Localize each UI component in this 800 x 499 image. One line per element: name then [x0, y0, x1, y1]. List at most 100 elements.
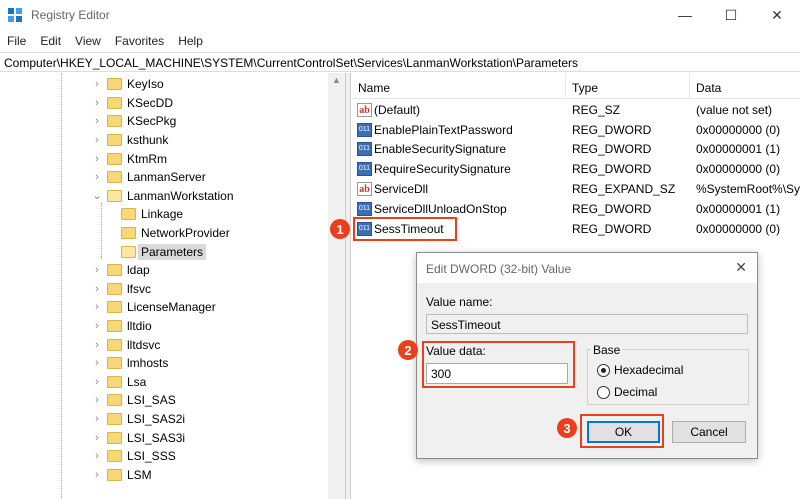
- menu-view[interactable]: View: [68, 31, 108, 51]
- radio-decimal-label: Decimal: [614, 385, 658, 399]
- tree-item[interactable]: NetworkProvider: [108, 224, 230, 243]
- list-row[interactable]: 011 EnablePlainTextPassword REG_DWORD 0x000…: [352, 120, 800, 140]
- list-row[interactable]: ab (Default) REG_SZ (value not set): [352, 100, 800, 120]
- folder-icon: [107, 171, 122, 184]
- folder-icon: [107, 134, 122, 147]
- dword-value-icon: 011: [357, 122, 372, 137]
- chevron-right-icon[interactable]: ›: [90, 394, 104, 406]
- radio-hexadecimal[interactable]: Hexadecimal: [597, 363, 683, 377]
- tree-item[interactable]: Linkage: [108, 205, 183, 224]
- chevron-right-icon[interactable]: ›: [90, 78, 104, 90]
- tree-item[interactable]: › KSecDD: [90, 94, 173, 113]
- chevron-right-icon[interactable]: ›: [90, 432, 104, 444]
- tree-scrollbar[interactable]: ▲: [328, 73, 345, 499]
- chevron-right-icon[interactable]: ›: [90, 320, 104, 332]
- value-data-cell: (value not set): [696, 102, 773, 117]
- list-row[interactable]: ab ServiceDll REG_EXPAND_SZ %SystemRoot%\Sy: [352, 179, 800, 199]
- chevron-right-icon[interactable]: ›: [90, 339, 104, 351]
- window-title: Registry Editor: [31, 8, 110, 22]
- chevron-right-icon[interactable]: ›: [90, 469, 104, 481]
- chevron-right-icon[interactable]: ›: [90, 301, 104, 313]
- tree-item[interactable]: › LanmanServer: [90, 168, 206, 187]
- chevron-right-icon[interactable]: ›: [90, 283, 104, 295]
- tree-item[interactable]: ⌄ LanmanWorkstation: [90, 187, 233, 206]
- tree-guide-line-children: [101, 203, 102, 259]
- address-bar[interactable]: Computer\HKEY_LOCAL_MACHINE\SYSTEM\Curre…: [0, 52, 800, 72]
- chevron-right-icon[interactable]: ›: [90, 376, 104, 388]
- menu-edit[interactable]: Edit: [33, 31, 68, 51]
- scroll-up-icon[interactable]: ▲: [332, 75, 341, 85]
- list-row[interactable]: 011 EnableSecuritySignature REG_DWORD 0x000…: [352, 140, 800, 160]
- tree-item-label: KSecDD: [127, 95, 174, 110]
- tree-item[interactable]: › KtmRm: [90, 149, 167, 168]
- tree-item[interactable]: › ksthunk: [90, 131, 168, 150]
- value-data-cell: %SystemRoot%\Sy: [696, 182, 800, 197]
- tree-item-label: LSI_SAS2i: [127, 412, 186, 427]
- dword-value-icon: 011: [357, 162, 372, 177]
- tree-item-label: LicenseManager: [127, 300, 216, 315]
- radio-unchecked-icon[interactable]: [597, 385, 610, 399]
- close-icon: ✕: [771, 6, 783, 23]
- maximize-button[interactable]: ☐: [708, 0, 754, 30]
- tree-item[interactable]: › ldap: [90, 261, 150, 280]
- folder-icon: [121, 208, 136, 221]
- menu-bar: File Edit View Favorites Help: [0, 31, 210, 51]
- cancel-button[interactable]: Cancel: [672, 421, 746, 443]
- pane-splitter[interactable]: [345, 73, 351, 499]
- value-name-field: SessTimeout: [426, 314, 748, 334]
- tree-item[interactable]: › LSI_SAS3i: [90, 428, 185, 447]
- tree-item-label: KSecPkg: [127, 114, 177, 129]
- tree-item[interactable]: Parameters: [108, 242, 207, 261]
- tree-item[interactable]: › Lsa: [90, 373, 146, 392]
- close-button[interactable]: ✕: [754, 0, 800, 30]
- column-data-header[interactable]: Data: [690, 73, 800, 99]
- dialog-close-icon[interactable]: ✕: [735, 259, 747, 276]
- menu-file[interactable]: File: [0, 31, 33, 51]
- chevron-right-icon[interactable]: ›: [90, 153, 104, 165]
- folder-icon: [107, 189, 122, 202]
- chevron-right-icon[interactable]: ›: [90, 264, 104, 276]
- radio-hexadecimal-label: Hexadecimal: [614, 363, 684, 377]
- tree-item[interactable]: › LSI_SAS: [90, 391, 176, 410]
- dword-value-icon: 011: [357, 201, 372, 216]
- list-row[interactable]: 011 RequireSecuritySignature REG_DWORD 0x00…: [352, 159, 800, 179]
- value-data-cell: 0x00000000 (0): [696, 162, 781, 177]
- chevron-right-icon[interactable]: ›: [90, 171, 104, 183]
- column-type-header[interactable]: Type: [566, 73, 690, 99]
- tree-item[interactable]: › LicenseManager: [90, 298, 216, 317]
- chevron-right-icon[interactable]: ›: [90, 134, 104, 146]
- value-type-cell: REG_DWORD: [572, 201, 652, 216]
- list-row[interactable]: 011 ServiceDllUnloadOnStop REG_DWORD 0x0000…: [352, 199, 800, 219]
- tree-item-label: ldap: [127, 263, 150, 278]
- tree-item-label: LSI_SAS3i: [127, 430, 186, 445]
- radio-checked-icon[interactable]: [597, 363, 610, 377]
- chevron-right-icon[interactable]: ›: [90, 115, 104, 127]
- value-name-cell: EnableSecuritySignature: [374, 142, 507, 157]
- tree-item-label: KtmRm: [127, 151, 167, 166]
- folder-icon: [107, 431, 122, 444]
- tree-item[interactable]: › lfsvc: [90, 280, 151, 299]
- tree-item[interactable]: › LSM: [90, 466, 152, 485]
- chevron-down-icon[interactable]: ⌄: [90, 189, 104, 202]
- column-name-header[interactable]: Name: [352, 73, 566, 99]
- tree-item[interactable]: › KeyIso: [90, 75, 164, 94]
- tree-item[interactable]: › LSI_SAS2i: [90, 410, 185, 429]
- chevron-right-icon[interactable]: ›: [90, 357, 104, 369]
- tree-item[interactable]: › lltdio: [90, 317, 152, 336]
- value-name-cell: RequireSecuritySignature: [374, 162, 511, 177]
- minimize-button[interactable]: —: [662, 0, 708, 30]
- chevron-right-icon[interactable]: ›: [90, 450, 104, 462]
- folder-icon: [107, 78, 122, 91]
- tree-item[interactable]: › LSI_SSS: [90, 447, 176, 466]
- folder-icon: [107, 115, 122, 128]
- menu-favorites[interactable]: Favorites: [108, 31, 171, 51]
- tree-item[interactable]: › KSecPkg: [90, 112, 176, 131]
- radio-decimal[interactable]: Decimal: [597, 385, 657, 399]
- tree-item[interactable]: › lltdsvc: [90, 335, 160, 354]
- chevron-right-icon[interactable]: ›: [90, 413, 104, 425]
- menu-help[interactable]: Help: [171, 31, 210, 51]
- folder-icon: [107, 338, 122, 351]
- tree-item[interactable]: › lmhosts: [90, 354, 168, 373]
- chevron-right-icon[interactable]: ›: [90, 97, 104, 109]
- value-name-cell: ServiceDllUnloadOnStop: [374, 201, 507, 216]
